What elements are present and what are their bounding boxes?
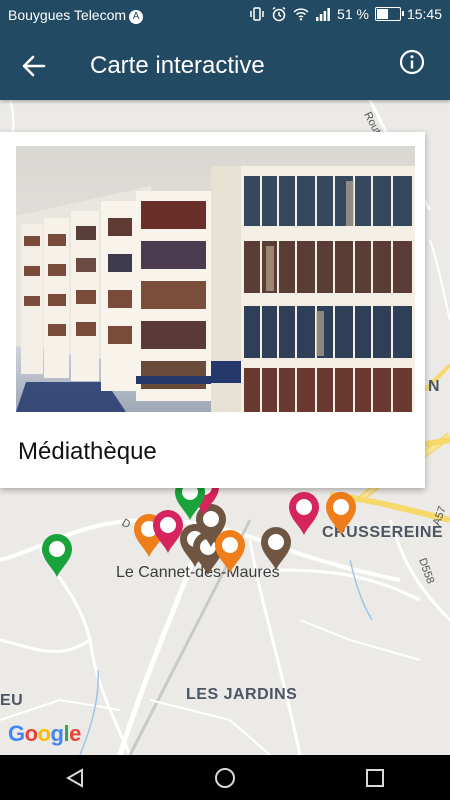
map-pin[interactable] <box>212 528 248 574</box>
map-pin[interactable] <box>39 532 75 578</box>
area-label-les-jardins: LES JARDINS <box>186 686 298 703</box>
status-icons: 51 % 15:45 <box>249 6 442 22</box>
info-icon[interactable] <box>398 48 426 76</box>
alarm-icon <box>272 6 286 22</box>
square-recents-icon <box>366 768 384 787</box>
area-label-n: N <box>428 378 441 395</box>
vibrate-icon <box>250 7 264 21</box>
carrier-badge-icon: A <box>129 10 144 24</box>
place-card[interactable]: Médiathèque <box>0 132 425 488</box>
battery-level <box>376 9 388 19</box>
place-title: Médiathèque <box>18 438 157 465</box>
nav-back-button[interactable] <box>55 758 95 798</box>
battery-icon <box>374 7 404 21</box>
nav-recents-button[interactable] <box>355 758 395 798</box>
nav-home-button[interactable] <box>205 758 245 798</box>
google-logo: Google <box>8 721 81 746</box>
carrier-label: Bouygues Telecom <box>8 7 127 23</box>
map-pin[interactable] <box>323 490 359 536</box>
app-bar: Carte interactive <box>0 30 450 100</box>
page-title: Carte interactive <box>90 52 265 79</box>
status-bar: Bouygues Telecom A 51 % 15:45 <box>0 0 450 30</box>
library-photo <box>16 146 415 412</box>
system-nav-bar <box>0 755 450 800</box>
circle-home-icon <box>215 767 235 788</box>
triangle-back-icon <box>65 767 83 788</box>
area-label-eu: EU <box>0 692 24 709</box>
arrow-left-icon[interactable] <box>20 52 48 80</box>
battery-percent: 51 % <box>337 6 369 22</box>
map-pin[interactable] <box>286 490 322 536</box>
signal-icon <box>316 8 330 21</box>
wifi-icon <box>293 8 309 21</box>
clock: 15:45 <box>406 6 442 22</box>
carrier-name: Bouygues Telecom A <box>8 7 144 24</box>
